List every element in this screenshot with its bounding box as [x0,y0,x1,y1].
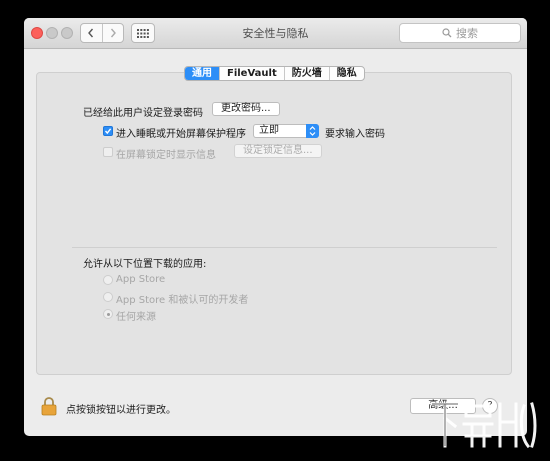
show-message-checkbox[interactable] [103,147,113,157]
change-password-button[interactable]: 更改密码... [212,102,280,116]
site-watermark-logo [430,402,537,449]
radio-app-store-identified[interactable] [103,292,113,302]
section-divider [72,247,497,248]
checkmark-icon [104,128,112,135]
select-arrows-icon [306,124,319,138]
require-password-checkbox[interactable] [103,126,113,136]
tab-bar: 通用 FileVault 防火墙 隐私 [184,66,365,81]
require-password-label: 进入睡眠或开始屏幕保护程序 [116,129,246,140]
tab-filevault[interactable]: FileVault [219,67,284,80]
radio-app-store-identified-label: App Store 和被认可的开发者 [116,295,249,306]
lock-icon[interactable] [41,396,57,416]
search-placeholder: 搜索 [456,27,478,40]
radio-selected-dot [106,312,110,316]
downloads-heading: 允许从以下位置下载的应用: [83,259,207,270]
tab-firewall[interactable]: 防火墙 [283,67,329,80]
titlebar: 安全性与隐私 搜索 [24,18,527,49]
password-set-text: 已经给此用户设定登录密码 [83,108,203,119]
search-icon [442,28,452,38]
tab-general[interactable]: 通用 [185,67,219,80]
require-password-suffix: 要求输入密码 [325,129,385,140]
preferences-window: 安全性与隐私 搜索 通用 FileVault 防火墙 隐私 已经给此用户设定登录… [24,18,527,436]
radio-app-store-label: App Store [116,274,166,285]
radio-anywhere[interactable] [103,309,113,319]
tab-privacy[interactable]: 隐私 [328,67,364,80]
radio-app-store[interactable] [103,275,113,285]
require-password-delay-select[interactable]: 立即 [253,124,319,138]
lock-hint-text: 点按锁按钮以进行更改。 [66,405,176,416]
require-password-delay-value: 立即 [259,125,279,136]
show-message-label: 在屏幕锁定时显示信息 [116,150,216,161]
set-lock-message-button[interactable]: 设定锁定信息... [234,144,322,158]
search-field[interactable]: 搜索 [399,23,521,43]
radio-anywhere-label: 任何来源 [116,312,156,323]
